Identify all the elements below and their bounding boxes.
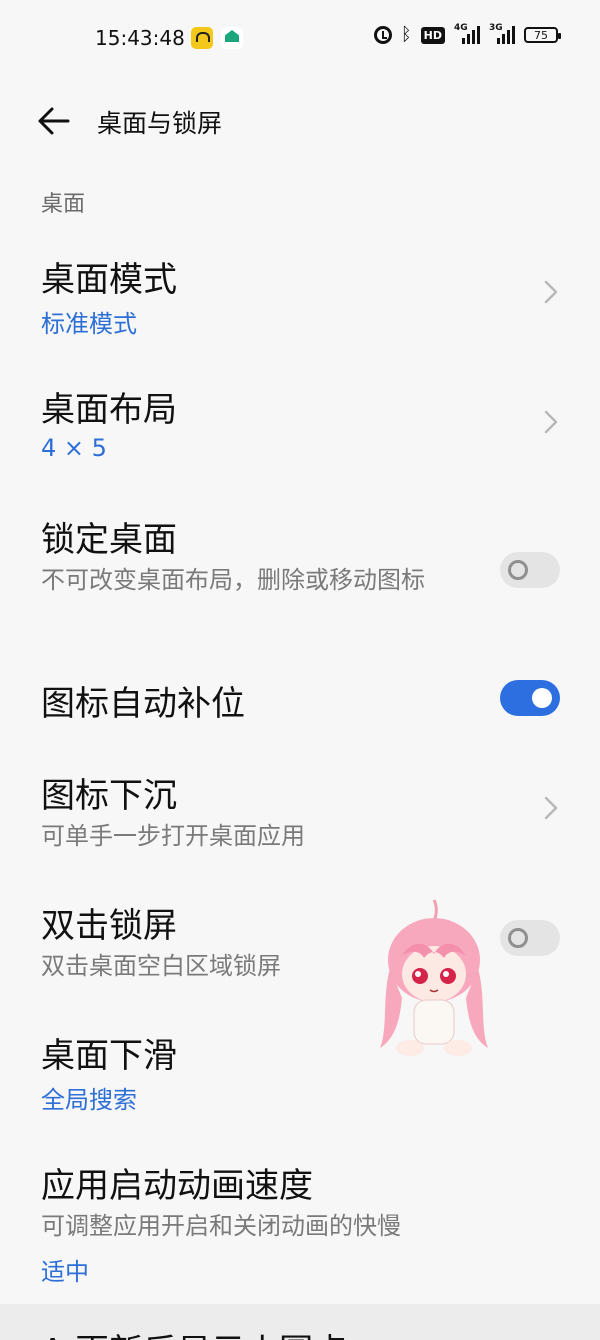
anim-speed-title: 应用启动动画速度 <box>41 1166 313 1206</box>
lock-desktop-toggle[interactable] <box>500 552 560 588</box>
lock-desktop-row[interactable]: 锁定桌面 不可改变桌面布局，删除或移动图标 <box>0 502 600 642</box>
desktop-layout-value: 4 × 5 <box>41 434 107 462</box>
desktop-mode-row[interactable]: 桌面模式 标准模式 <box>0 240 600 350</box>
app-bar: 桌面与锁屏 <box>0 86 600 156</box>
app-notification-icon <box>191 27 213 49</box>
back-button[interactable] <box>30 98 76 144</box>
status-time: 15:43:48 <box>95 26 185 50</box>
auto-fill-title: 图标自动补位 <box>41 684 245 724</box>
anim-speed-subtitle: 可调整应用开启和关闭动画的快慢 <box>41 1212 401 1240</box>
lock-desktop-title: 锁定桌面 <box>41 520 177 560</box>
auto-fill-toggle[interactable] <box>500 680 560 716</box>
icon-sink-title: 图标下沉 <box>41 776 177 816</box>
battery-icon: 75 <box>524 27 561 43</box>
lock-desktop-subtitle: 不可改变桌面布局，删除或移动图标 <box>41 566 425 594</box>
next-setting-title: A 更新后显示小圆点 <box>41 1324 347 1340</box>
back-arrow-icon <box>38 107 70 135</box>
desktop-mode-value: 标准模式 <box>41 310 137 338</box>
swipe-down-title: 桌面下滑 <box>41 1036 177 1076</box>
toggle-knob <box>532 688 552 708</box>
desktop-layout-row[interactable]: 桌面布局 4 × 5 <box>0 372 600 482</box>
section-label: 桌面 <box>41 192 86 217</box>
home-app-icon <box>221 27 243 49</box>
desktop-mode-title: 桌面模式 <box>41 260 177 300</box>
anim-speed-row[interactable]: 应用启动动画速度 可调整应用开启和关闭动画的快慢 适中 <box>0 1150 600 1290</box>
next-setting-row[interactable]: A 更新后显示小圆点 <box>0 1304 600 1340</box>
chevron-right-icon <box>544 410 558 434</box>
signal-3g-icon: 3G <box>489 23 515 44</box>
toggle-knob <box>508 928 528 948</box>
battery-level: 75 <box>534 28 548 42</box>
status-icons: ᛒ HD 4G 3G 75 <box>373 23 561 45</box>
hd-voice-icon: HD <box>420 26 445 44</box>
double-tap-lock-row[interactable]: 双击锁屏 双击桌面空白区域锁屏 <box>0 890 600 990</box>
icon-sink-subtitle: 可单手一步打开桌面应用 <box>41 822 305 850</box>
chevron-right-icon <box>544 796 558 820</box>
page-title: 桌面与锁屏 <box>97 109 223 138</box>
status-bar: 15:43:48 ᛒ HD 4G 3G 75 <box>0 0 600 76</box>
double-tap-lock-toggle[interactable] <box>500 920 560 956</box>
alarm-icon <box>373 26 392 44</box>
icon-sink-row[interactable]: 图标下沉 可单手一步打开桌面应用 <box>0 760 600 860</box>
chevron-right-icon <box>544 280 558 304</box>
bluetooth-icon: ᛒ <box>400 24 412 45</box>
swipe-down-value: 全局搜索 <box>41 1086 137 1114</box>
signal-4g-icon: 4G <box>454 23 480 44</box>
swipe-down-row[interactable]: 桌面下滑 全局搜索 <box>0 1020 600 1130</box>
desktop-layout-title: 桌面布局 <box>41 390 177 430</box>
anim-speed-value: 适中 <box>41 1258 89 1286</box>
toggle-knob <box>508 560 528 580</box>
double-tap-lock-title: 双击锁屏 <box>41 906 177 946</box>
auto-fill-row[interactable]: 图标自动补位 <box>0 668 600 738</box>
